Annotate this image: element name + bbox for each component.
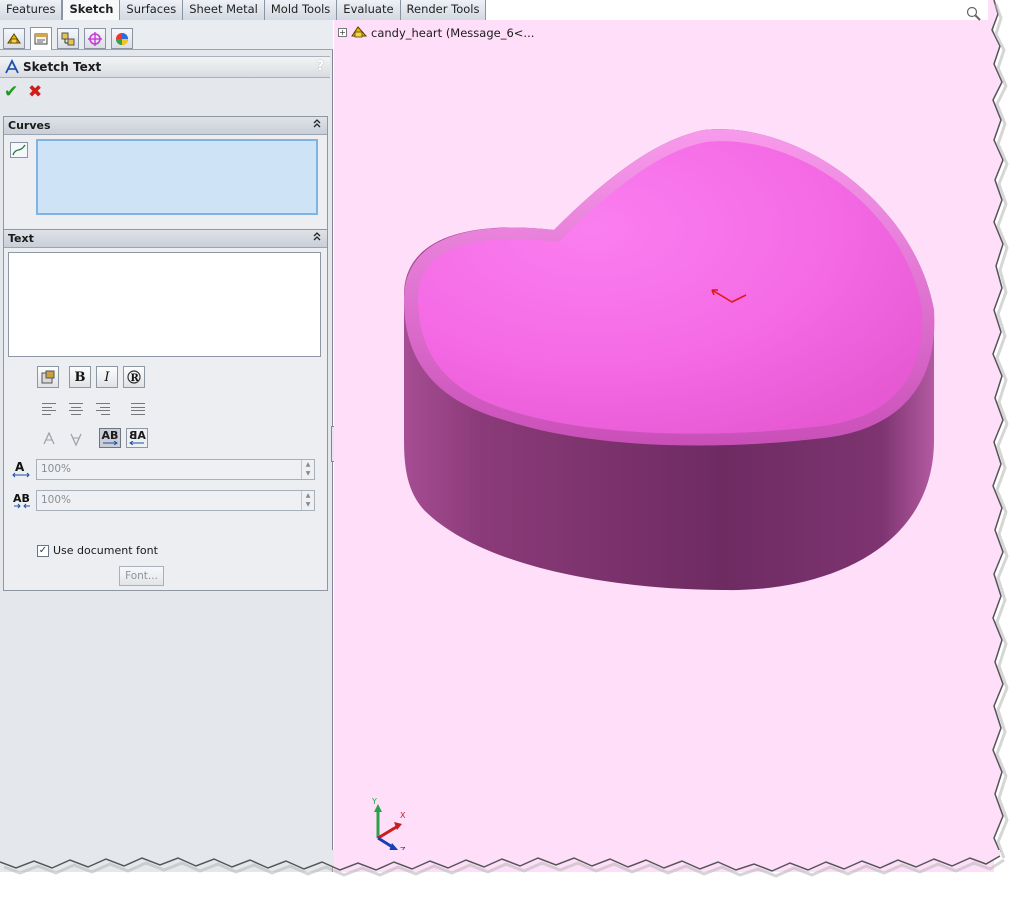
graphics-area[interactable]: + candy_heart (Message_6<... Y X	[334, 20, 994, 872]
tab-sheet-metal[interactable]: Sheet Metal	[183, 0, 265, 20]
flip-horizontal-button[interactable]: AB	[99, 428, 121, 448]
spacing-field[interactable]: 100% ▲ ▼	[36, 490, 315, 511]
spacing-icon: AB	[12, 491, 32, 512]
sketch-text-icon	[5, 59, 19, 74]
align-right-icon[interactable]	[96, 402, 112, 416]
tab-sketch[interactable]: Sketch	[62, 0, 121, 21]
display-manager-icon[interactable]	[111, 28, 133, 49]
part-icon	[351, 26, 367, 38]
curves-group-header[interactable]: Curves	[4, 117, 327, 135]
use-document-font-label: Use document font	[53, 544, 158, 557]
manager-tabs	[0, 20, 333, 50]
tab-mold-tools[interactable]: Mold Tools	[264, 0, 338, 20]
dimxpert-icon[interactable]	[84, 28, 106, 49]
candy-heart-model[interactable]	[394, 120, 954, 620]
zoom-icon[interactable]	[966, 6, 982, 22]
triad-x-label: X	[400, 811, 406, 820]
rotate-button[interactable]: R	[123, 366, 145, 388]
torn-edge-bottom	[0, 850, 1005, 878]
expand-tree-icon[interactable]: +	[338, 28, 347, 37]
rotate-label: R	[131, 373, 140, 384]
configuration-manager-icon[interactable]	[57, 28, 79, 49]
reference-triad: Y X Z	[371, 798, 406, 854]
property-manager-panel: Sketch Text ? ✔ ✖ Curves Text B I R AB A…	[0, 20, 333, 872]
use-document-font-row[interactable]: ✓ Use document font	[37, 544, 158, 557]
ok-button[interactable]: ✔	[4, 83, 18, 101]
torn-edge-right	[988, 0, 1009, 859]
spacing-spinner[interactable]: ▲ ▼	[301, 491, 314, 510]
flip-horizontal-reverse-label: AB	[128, 429, 146, 442]
cancel-button[interactable]: ✖	[28, 83, 42, 101]
text-input[interactable]	[8, 252, 321, 357]
svg-text:A: A	[15, 460, 25, 474]
curves-icon	[10, 142, 28, 158]
width-factor-spinner[interactable]: ▲ ▼	[301, 460, 314, 479]
curves-group: Curves	[3, 116, 328, 236]
flip-horizontal-label: AB	[101, 429, 119, 442]
flip-vertical-down-icon[interactable]	[65, 429, 87, 449]
svg-text:AB: AB	[13, 492, 30, 505]
flyout-feature-tree[interactable]: + candy_heart (Message_6<...	[338, 25, 534, 40]
width-factor-field[interactable]: 100% ▲ ▼	[36, 459, 315, 480]
curves-group-title: Curves	[8, 119, 51, 132]
width-factor-value: 100%	[41, 463, 72, 475]
width-factor-icon: A	[12, 460, 30, 481]
use-document-font-checkbox[interactable]: ✓	[37, 544, 49, 557]
feature-manager-icon[interactable]	[3, 28, 25, 49]
justify-icon[interactable]	[131, 402, 147, 416]
tab-render-tools[interactable]: Render Tools	[400, 0, 487, 20]
link-to-property-button[interactable]	[37, 366, 59, 388]
tab-surfaces[interactable]: Surfaces	[120, 0, 184, 20]
spacing-value: 100%	[41, 494, 72, 506]
help-icon[interactable]: ?	[316, 59, 324, 74]
collapse-text-icon[interactable]	[312, 231, 322, 244]
triad-y-label: Y	[371, 798, 377, 806]
collapse-curves-icon[interactable]	[312, 118, 322, 131]
bold-button[interactable]: B	[69, 366, 91, 388]
property-manager-icon[interactable]	[30, 27, 52, 50]
font-button[interactable]: Font...	[119, 566, 164, 586]
flip-horizontal-reverse-button[interactable]: AB	[126, 428, 148, 448]
text-group-header[interactable]: Text	[4, 230, 327, 248]
flip-vertical-up-icon[interactable]	[38, 429, 60, 449]
align-center-icon[interactable]	[69, 402, 85, 416]
command-manager-tabs: Features Sketch Surfaces Sheet Metal Mol…	[0, 0, 487, 21]
text-group: Text B I R AB AB A 100% ▲ ▼ AB 100% ▲ ▼ …	[3, 229, 328, 591]
tab-evaluate[interactable]: Evaluate	[337, 0, 401, 20]
tree-part-name: candy_heart (Message_6<...	[371, 25, 535, 40]
tab-features[interactable]: Features	[0, 0, 63, 20]
property-manager-header: Sketch Text ?	[0, 56, 330, 78]
curves-selection-box[interactable]	[36, 139, 318, 215]
italic-button[interactable]: I	[96, 366, 118, 388]
align-left-icon[interactable]	[42, 402, 58, 416]
text-group-title: Text	[8, 232, 34, 245]
property-manager-title: Sketch Text	[23, 60, 102, 74]
